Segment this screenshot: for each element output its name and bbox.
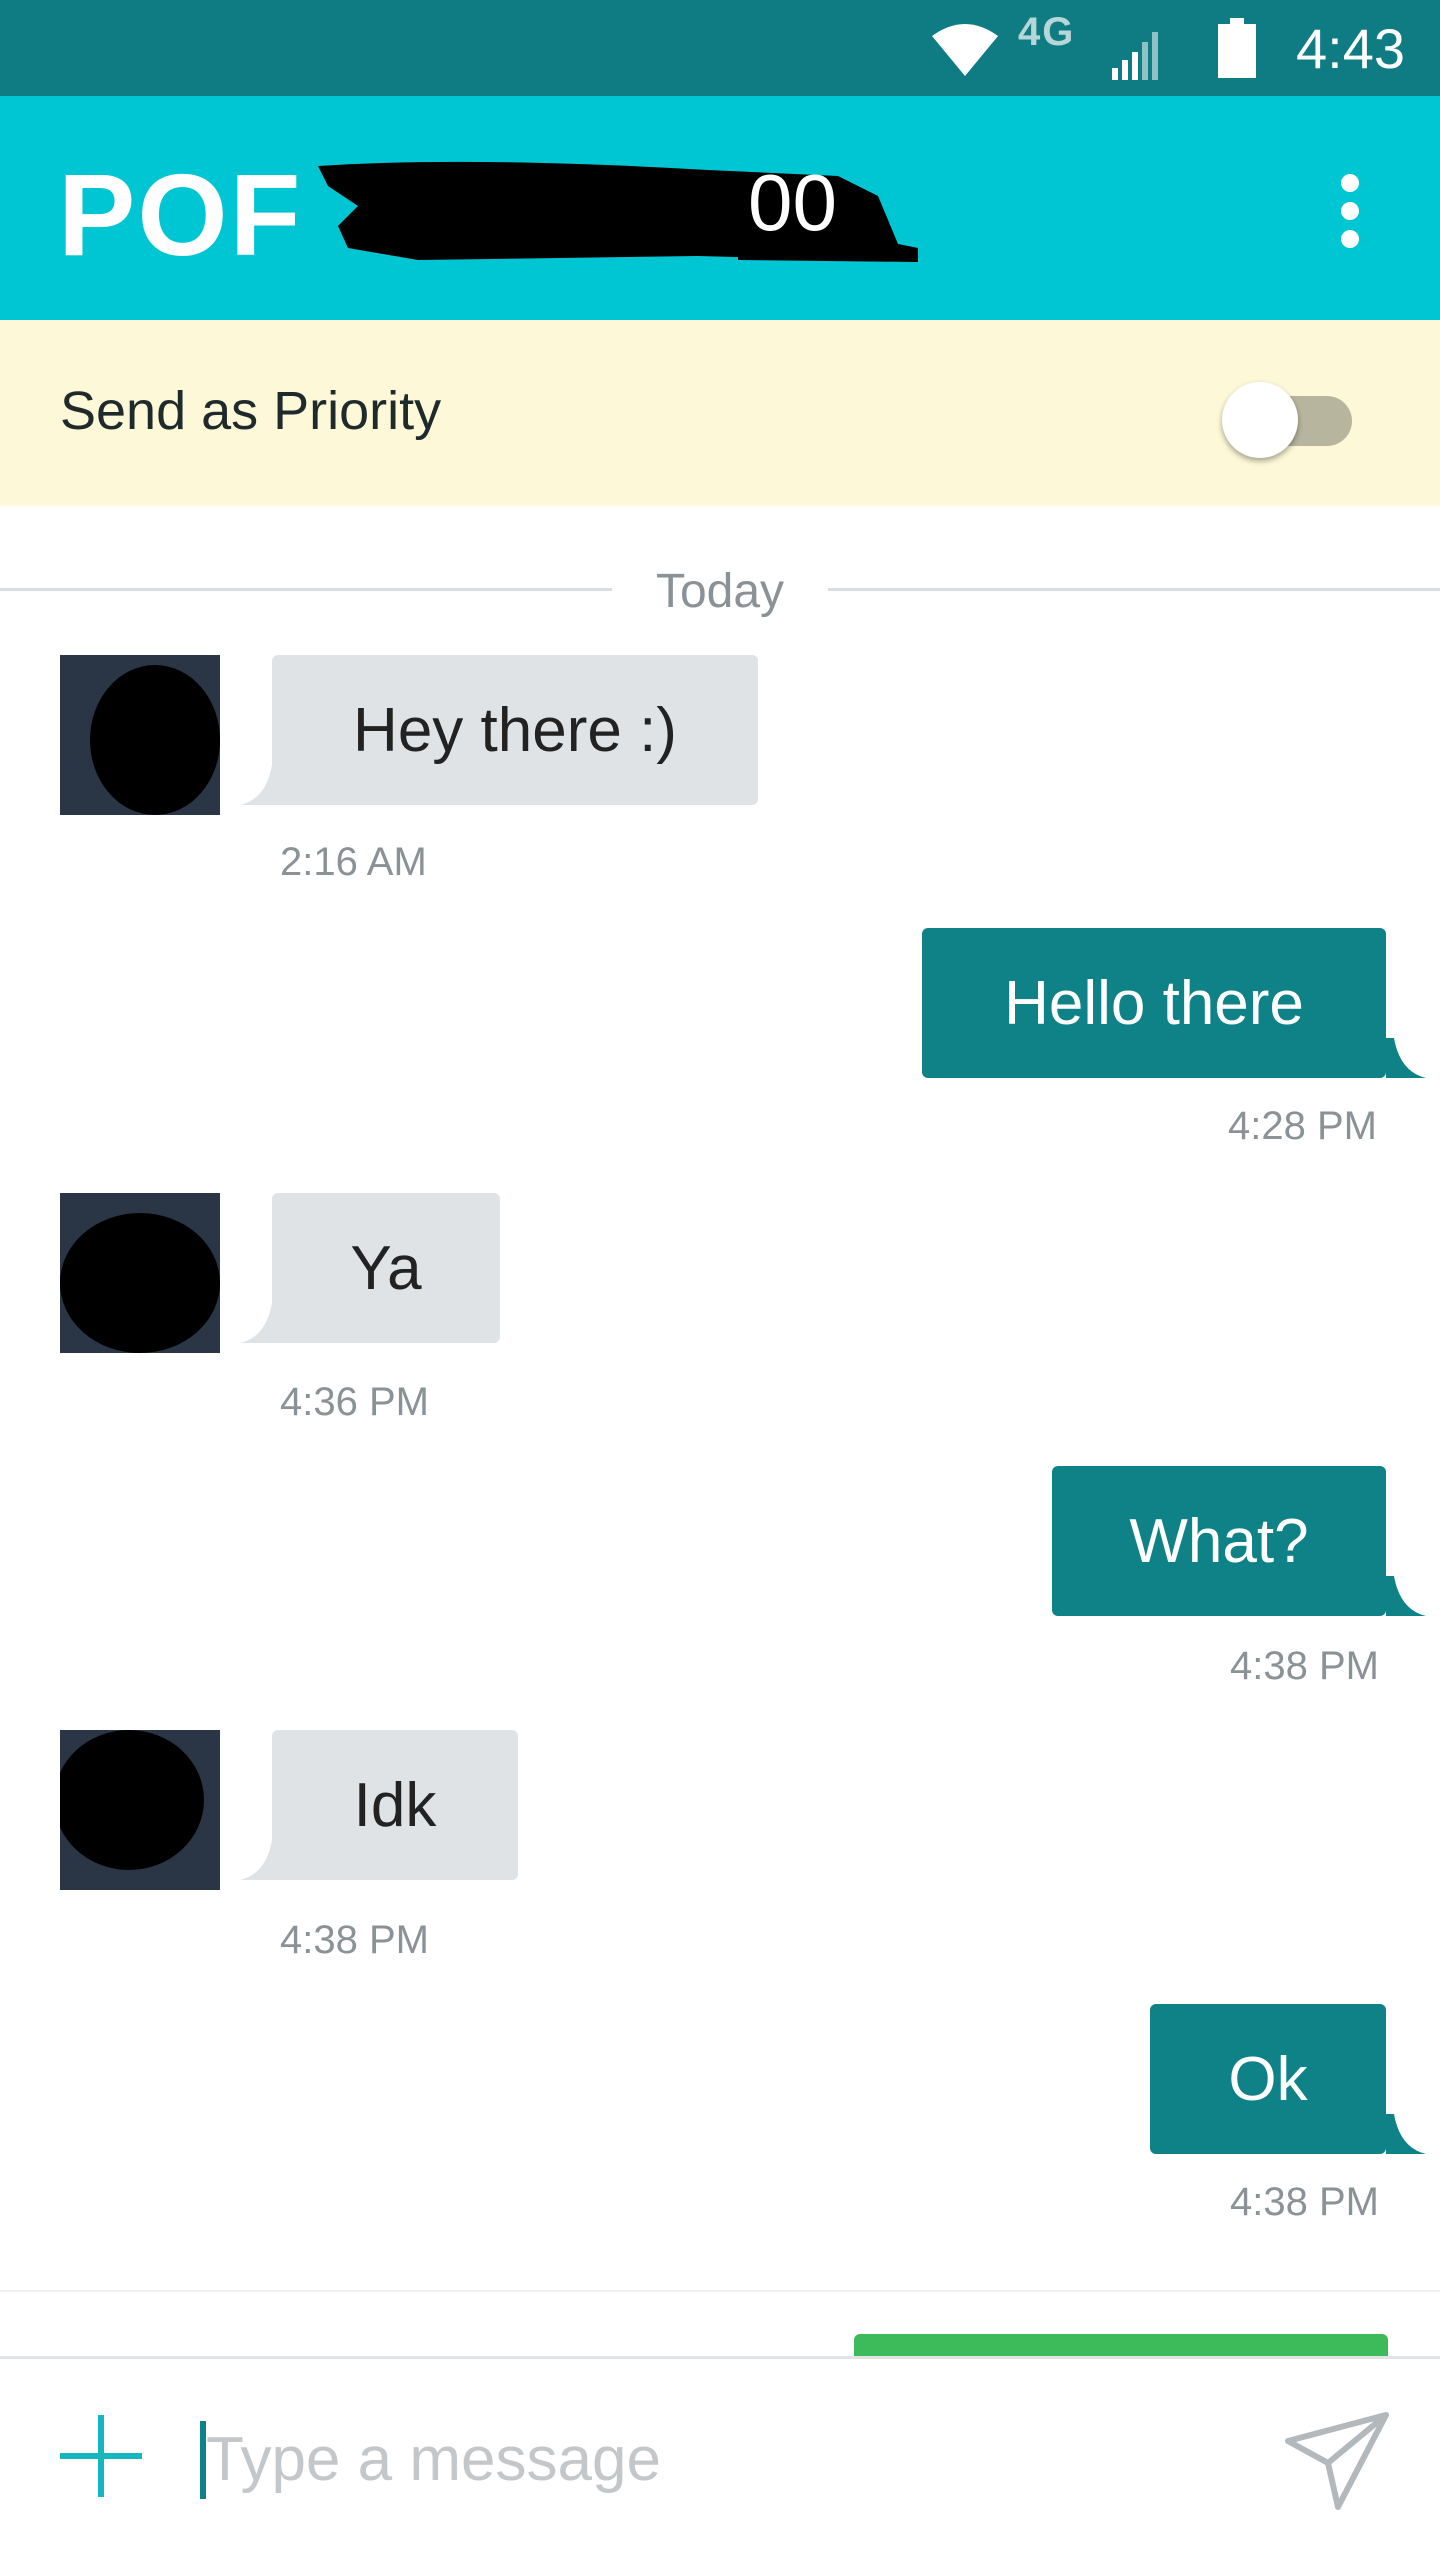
sender-avatar[interactable] — [60, 1193, 220, 1353]
message-time: 4:38 PM — [280, 1918, 429, 1962]
redacted-face — [90, 665, 220, 815]
priority-row: Send as Priority — [0, 320, 1440, 506]
message-bubble-outgoing[interactable]: Ok — [1150, 2004, 1386, 2154]
day-label: Today — [655, 565, 785, 618]
brand-logo: POF — [58, 150, 303, 280]
send-icon[interactable] — [1284, 2411, 1390, 2511]
divider-line — [0, 588, 612, 591]
message-text: Idk — [353, 1770, 437, 1840]
sender-avatar[interactable] — [60, 1730, 220, 1890]
message-text: Hey there :) — [353, 695, 677, 765]
bubble-tail — [1386, 2114, 1426, 2154]
wifi-icon — [932, 24, 998, 76]
message-time: 4:38 PM — [1230, 2180, 1379, 2224]
sender-avatar[interactable] — [60, 655, 220, 815]
message-bubble-incoming[interactable]: Idk — [272, 1730, 518, 1880]
message-bubble-incoming[interactable]: Hey there :) — [272, 655, 758, 805]
divider-line — [828, 588, 1440, 591]
message-bubble-outgoing[interactable]: Hello there — [922, 928, 1386, 1078]
toggle-knob — [1222, 382, 1298, 458]
message-time: 2:16 AM — [280, 840, 427, 884]
bubble-tail — [240, 765, 280, 805]
redacted-face — [60, 1213, 220, 1353]
message-text: Ok — [1228, 2044, 1308, 2114]
priority-toggle[interactable] — [1222, 378, 1354, 458]
bubble-tail — [1386, 1576, 1426, 1616]
redacted-face — [60, 1730, 204, 1870]
app-bar: POF 00 — [0, 96, 1440, 320]
message-bubble-incoming[interactable]: Ya — [272, 1193, 500, 1343]
message-time: 4:38 PM — [1230, 1644, 1379, 1688]
redacted-username: 00 — [318, 158, 918, 262]
message-time: 4:28 PM — [1228, 1104, 1377, 1148]
network-type: 4G — [1018, 10, 1076, 54]
message-text: Hello there — [1004, 968, 1304, 1038]
more-vert-dot — [1341, 202, 1359, 220]
message-text: Ya — [350, 1233, 422, 1303]
status-bar: 4G 4:43 — [0, 0, 1440, 96]
priority-label: Send as Priority — [60, 381, 442, 441]
svg-text:00: 00 — [748, 158, 837, 247]
message-bubble-outgoing[interactable]: What? — [1052, 1466, 1386, 1616]
message-time: 4:36 PM — [280, 1380, 429, 1424]
more-options-button[interactable] — [1330, 166, 1370, 266]
green-banner-edge — [854, 2334, 1388, 2356]
battery-icon — [1218, 18, 1256, 78]
bubble-tail — [1386, 1038, 1426, 1078]
message-text: What? — [1129, 1506, 1309, 1576]
message-input[interactable] — [206, 2409, 1226, 2509]
bubble-tail — [240, 1840, 280, 1880]
signal-icon — [1112, 32, 1158, 80]
clock: 4:43 — [1296, 17, 1405, 80]
day-divider: Today — [0, 560, 1440, 620]
plus-icon[interactable] — [56, 2411, 146, 2501]
bubble-tail — [240, 1303, 280, 1343]
message-composer — [0, 2356, 1440, 2560]
more-vert-dot — [1341, 230, 1359, 248]
list-separator — [0, 2290, 1440, 2292]
more-vert-icon — [1341, 174, 1359, 192]
